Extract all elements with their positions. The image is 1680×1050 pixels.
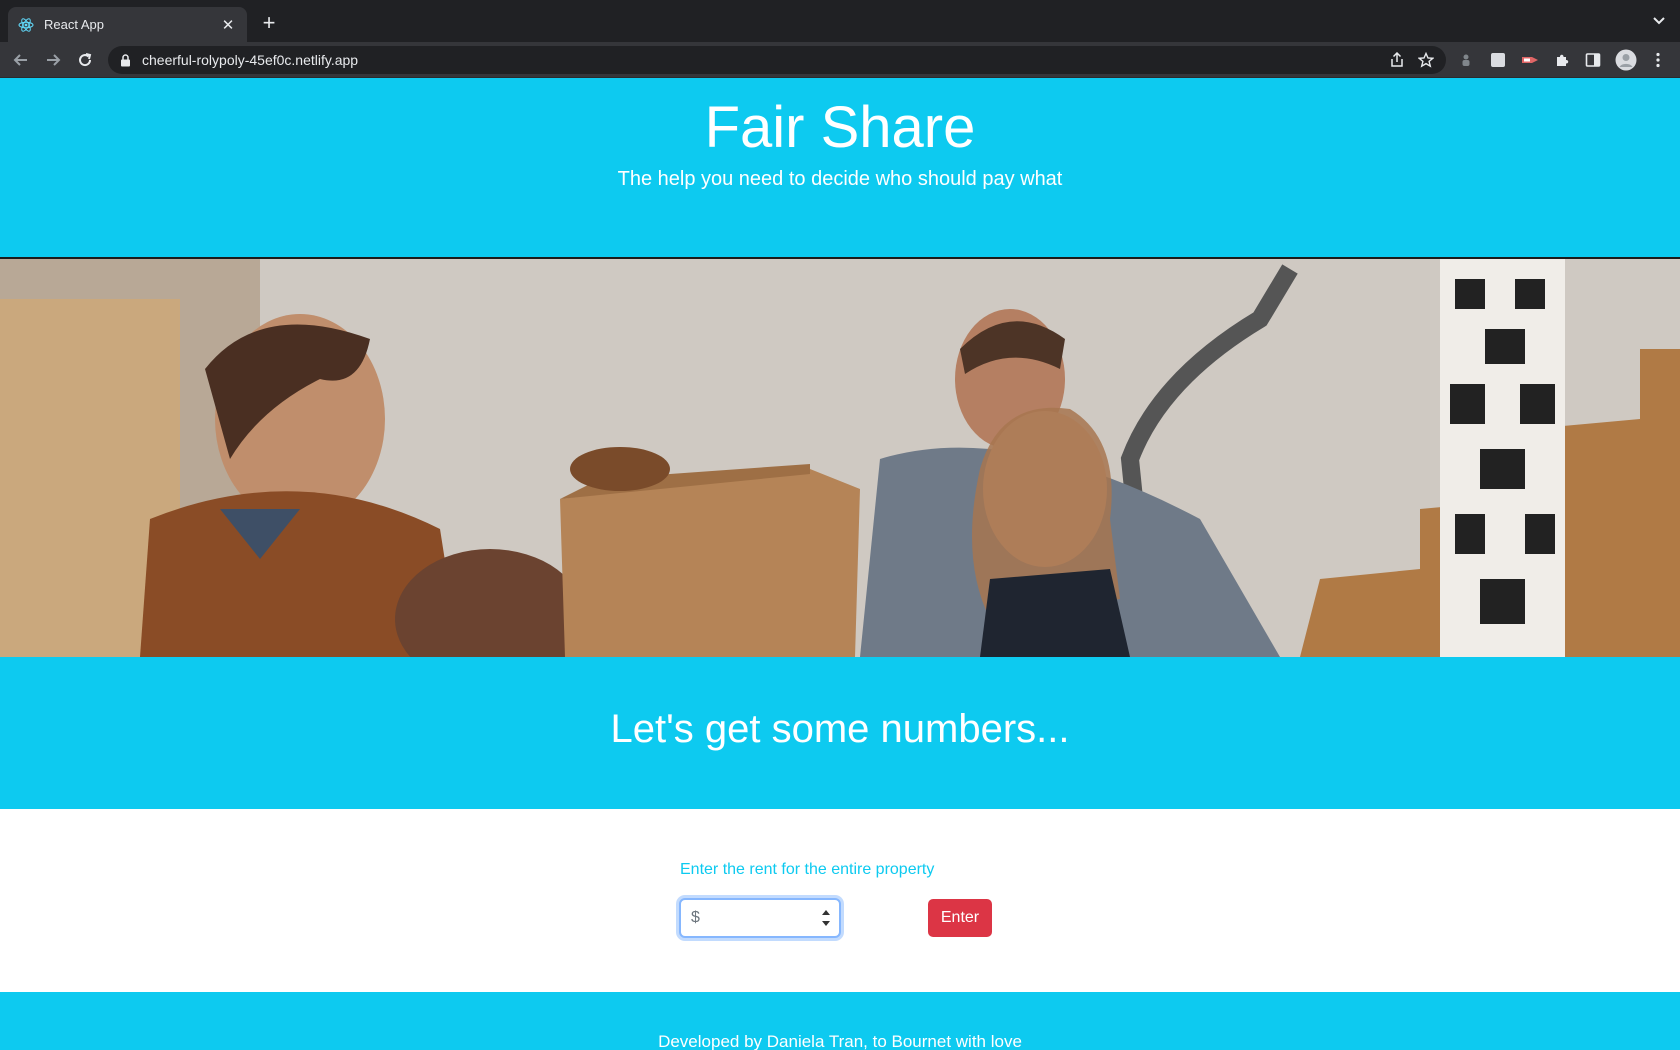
hero-image	[0, 259, 1680, 657]
share-icon[interactable]	[1390, 51, 1404, 73]
profile-icon[interactable]	[1615, 49, 1637, 71]
chevron-down-icon[interactable]	[1652, 14, 1666, 33]
react-icon	[18, 17, 34, 33]
numbers-section: Let's get some numbers...	[0, 657, 1680, 809]
browser-tab[interactable]: React App ✕	[8, 7, 247, 42]
tab-title: React App	[44, 17, 104, 32]
plus-icon[interactable]: +	[258, 12, 280, 34]
page-header: Fair Share The help you need to decide w…	[0, 78, 1680, 259]
browser-tab-bar: React App ✕ +	[0, 0, 1680, 42]
star-icon[interactable]	[1417, 51, 1435, 73]
page-content: Fair Share The help you need to decide w…	[0, 78, 1680, 1050]
rent-form: Enter the rent for the entire property E…	[0, 809, 1680, 992]
rent-input[interactable]	[691, 909, 811, 927]
extension-icon[interactable]	[1489, 51, 1507, 69]
footer-text: Developed by Daniela Tran, to Bournet wi…	[658, 1032, 1022, 1050]
close-icon[interactable]: ✕	[219, 16, 237, 34]
rent-input-wrapper[interactable]	[679, 898, 841, 938]
extension-icon[interactable]	[1457, 51, 1475, 69]
page-footer: Developed by Daniela Tran, to Bournet wi…	[0, 992, 1680, 1050]
kebab-menu-icon[interactable]	[1649, 51, 1667, 69]
reload-icon[interactable]	[76, 51, 94, 69]
address-url: cheerful-rolypoly-45ef0c.netlify.app	[142, 52, 359, 68]
extension-icon[interactable]	[1521, 51, 1539, 69]
puzzle-icon[interactable]	[1553, 51, 1571, 69]
enter-button[interactable]: Enter	[928, 899, 992, 937]
forward-icon[interactable]	[44, 51, 62, 69]
sidebar-icon[interactable]	[1584, 51, 1602, 69]
back-icon[interactable]	[12, 51, 30, 69]
page-subtitle: The help you need to decide who should p…	[617, 168, 1063, 190]
page-title: Fair Share	[704, 95, 976, 160]
rent-label: Enter the rent for the entire property	[680, 861, 935, 878]
browser-toolbar: cheerful-rolypoly-45ef0c.netlify.app	[0, 42, 1680, 78]
numbers-heading: Let's get some numbers...	[610, 707, 1070, 751]
spin-up-icon[interactable]	[821, 908, 831, 916]
spin-down-icon[interactable]	[821, 920, 831, 928]
lock-icon[interactable]	[120, 53, 132, 67]
number-spinner[interactable]	[821, 908, 831, 928]
address-bar[interactable]: cheerful-rolypoly-45ef0c.netlify.app	[108, 46, 1446, 74]
